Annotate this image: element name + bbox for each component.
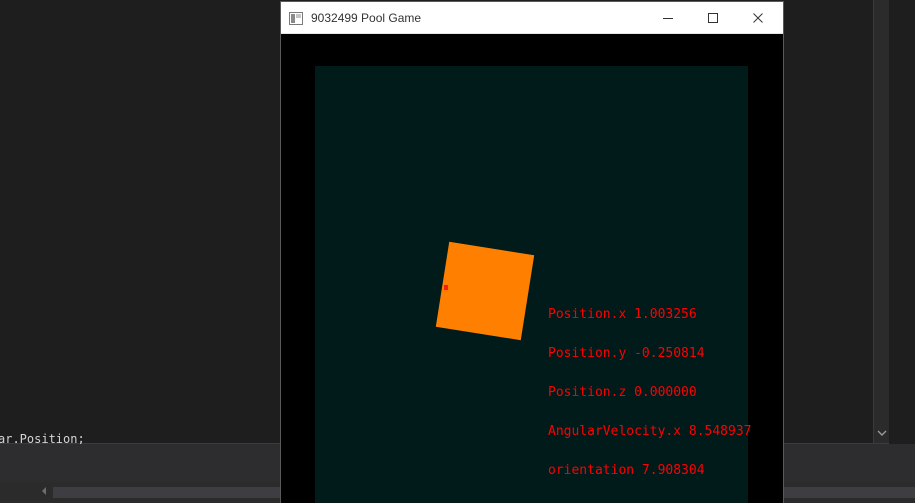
maximize-icon xyxy=(707,12,718,23)
close-button[interactable] xyxy=(735,2,780,33)
game-client-area[interactable]: Position.x 1.003256 Position.y -0.250814… xyxy=(281,34,783,503)
orange-cube xyxy=(435,241,535,341)
app-window-icon xyxy=(289,10,303,25)
contact-point-marker xyxy=(444,285,448,290)
editor-vertical-scrollbar[interactable] xyxy=(873,0,890,443)
debug-position-x: Position.x 1.003256 xyxy=(548,307,697,322)
minimize-icon xyxy=(662,17,673,19)
ide-side-gutter xyxy=(889,0,915,444)
debug-angular-velocity-x: AngularVelocity.x 8.548937 xyxy=(548,424,752,439)
pool-game-window: 9032499 Pool Game Position.x 1.003256 Po… xyxy=(281,2,783,503)
maximize-button[interactable] xyxy=(690,2,735,33)
chevron-down-icon[interactable] xyxy=(874,429,890,441)
close-icon xyxy=(752,12,763,23)
minimize-button[interactable] xyxy=(645,2,690,33)
debug-position-z: Position.z 0.000000 xyxy=(548,385,697,400)
game-viewport[interactable]: Position.x 1.003256 Position.y -0.250814… xyxy=(315,66,752,503)
caret-left-icon[interactable] xyxy=(38,486,50,498)
debug-readout: Position.x 1.003256 Position.y -0.250814… xyxy=(548,282,752,503)
debug-orientation: orientation 7.908304 xyxy=(548,463,705,478)
window-title: 9032499 Pool Game xyxy=(311,11,422,25)
desktop: ar.Position; 9032499 Pool Game Position.… xyxy=(0,0,915,503)
debug-position-y: Position.y -0.250814 xyxy=(548,346,705,361)
window-titlebar[interactable]: 9032499 Pool Game xyxy=(281,2,783,34)
